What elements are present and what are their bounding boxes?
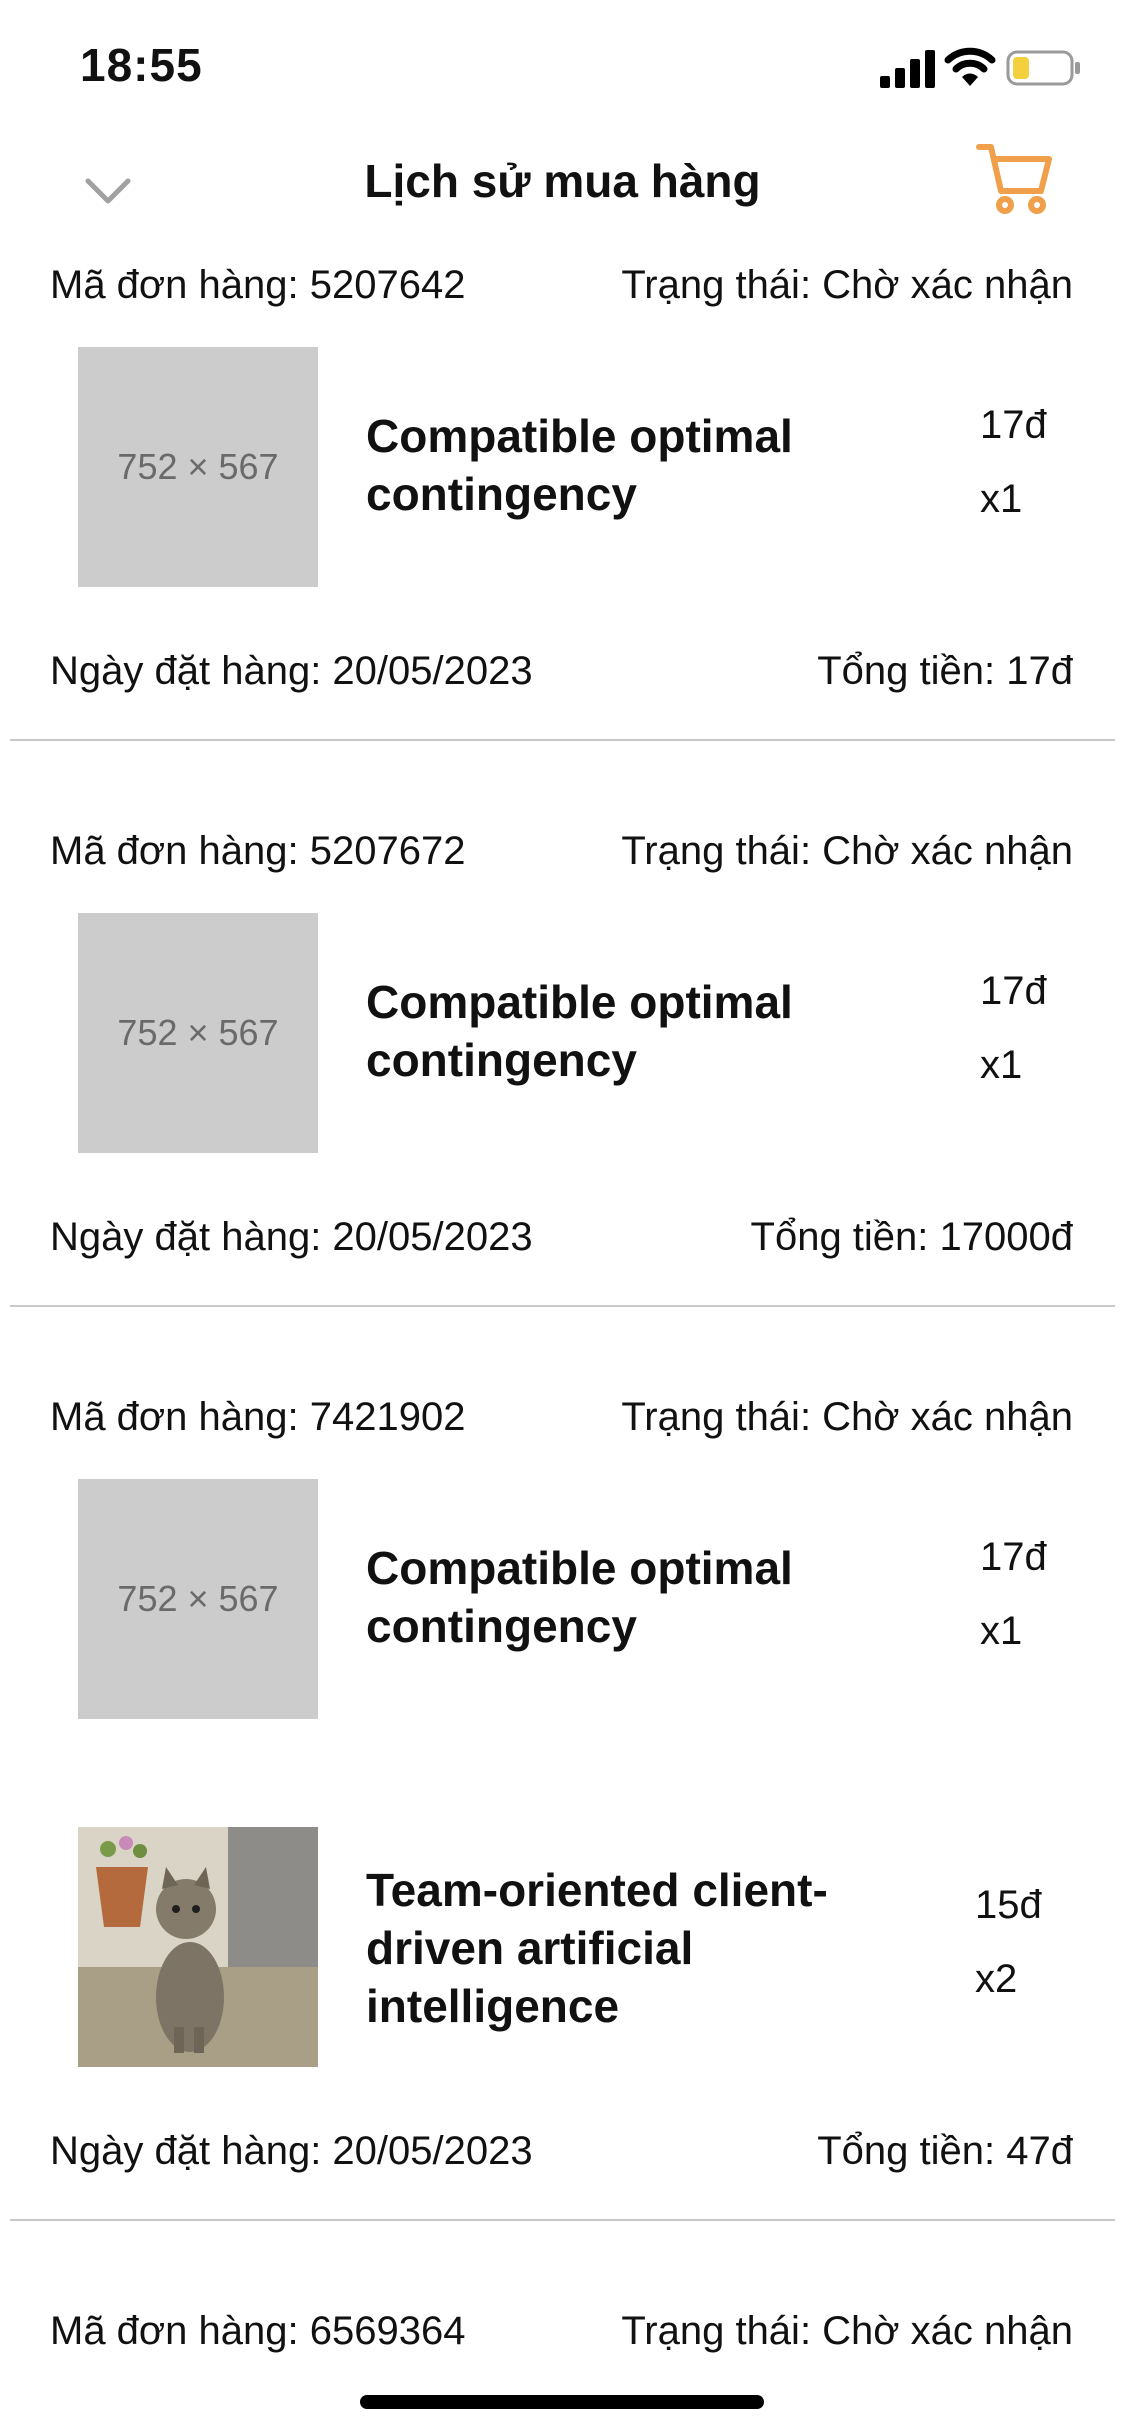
battery-icon	[1006, 50, 1080, 86]
product-qty: x2	[975, 1957, 1018, 2001]
order-code: Mã đơn hàng: 5207642	[50, 262, 466, 307]
wifi-icon	[944, 47, 996, 86]
order-header: Mã đơn hàng: 7421902 Trạng thái: Chờ xác…	[0, 1377, 1125, 1457]
product-price: 17đ	[980, 969, 1047, 1013]
order-total: Tổng tiền: 17000đ	[750, 1214, 1073, 1259]
product-qty: x1	[980, 1043, 1023, 1087]
kitten-photo-icon	[78, 1827, 318, 2067]
status-bar: 18:55	[0, 0, 1125, 135]
order-header: Mã đơn hàng: 5207672 Trạng thái: Chờ xác…	[0, 811, 1125, 891]
status-time: 18:55	[80, 39, 203, 91]
order-footer: Ngày đặt hàng: 20/05/2023 Tổng tiền: 17đ	[0, 631, 1125, 711]
order-code: Mã đơn hàng: 7421902	[50, 1394, 466, 1439]
order-item[interactable]: 752 × 567 Compatible optimal contingency…	[0, 1479, 1125, 1719]
page-title: Lịch sử mua hàng	[364, 155, 761, 207]
nav-header: Lịch sử mua hàng	[0, 135, 1125, 245]
order-total: Tổng tiền: 17đ	[817, 648, 1073, 693]
product-name: Compatible optimal contingency	[366, 976, 793, 1086]
product-qty: x1	[980, 1609, 1023, 1653]
order-date: Ngày đặt hàng: 20/05/2023	[50, 648, 533, 693]
order-date: Ngày đặt hàng: 20/05/2023	[50, 2128, 533, 2173]
order-item[interactable]: 752 × 567 Compatible optimal contingency…	[0, 913, 1125, 1153]
order-header: Mã đơn hàng: 6569364 Trạng thái: Chờ xác…	[0, 2291, 1125, 2371]
cart-icon[interactable]	[975, 139, 1055, 219]
order-list: Mã đơn hàng: 5207642 Trạng thái: Chờ xác…	[0, 245, 1125, 2371]
product-name: Compatible optimal contingency	[366, 410, 793, 520]
cellular-signal-icon	[880, 50, 935, 88]
product-image-placeholder: 752 × 567	[78, 1479, 318, 1719]
divider	[10, 1305, 1115, 1307]
order-item[interactable]: Team-oriented client-driven artificial i…	[0, 1827, 1125, 2067]
order-date: Ngày đặt hàng: 20/05/2023	[50, 1214, 533, 1259]
order-card[interactable]: Mã đơn hàng: 6569364 Trạng thái: Chờ xác…	[0, 2291, 1125, 2371]
order-code: Mã đơn hàng: 6569364	[50, 2308, 466, 2353]
product-name: Team-oriented client-driven artificial i…	[366, 1864, 828, 2032]
order-card[interactable]: Mã đơn hàng: 5207642 Trạng thái: Chờ xác…	[0, 245, 1125, 741]
order-status: Trạng thái: Chờ xác nhận	[621, 1394, 1073, 1439]
order-status: Trạng thái: Chờ xác nhận	[621, 262, 1073, 307]
divider	[10, 739, 1115, 741]
order-code: Mã đơn hàng: 5207672	[50, 828, 466, 873]
order-status: Trạng thái: Chờ xác nhận	[621, 2308, 1073, 2353]
order-header: Mã đơn hàng: 5207642 Trạng thái: Chờ xác…	[0, 245, 1125, 325]
order-card[interactable]: Mã đơn hàng: 7421902 Trạng thái: Chờ xác…	[0, 1377, 1125, 2221]
order-footer: Ngày đặt hàng: 20/05/2023 Tổng tiền: 47đ	[0, 2111, 1125, 2191]
product-image-placeholder: 752 × 567	[78, 913, 318, 1153]
home-indicator[interactable]	[360, 2395, 764, 2409]
product-price: 17đ	[980, 1535, 1047, 1579]
product-price: 15đ	[975, 1883, 1042, 1927]
order-item[interactable]: 752 × 567 Compatible optimal contingency…	[0, 347, 1125, 587]
order-card[interactable]: Mã đơn hàng: 5207672 Trạng thái: Chờ xác…	[0, 811, 1125, 1307]
product-price: 17đ	[980, 403, 1047, 447]
order-footer: Ngày đặt hàng: 20/05/2023 Tổng tiền: 170…	[0, 1197, 1125, 1277]
divider	[10, 2219, 1115, 2221]
product-image-placeholder: 752 × 567	[78, 347, 318, 587]
order-total: Tổng tiền: 47đ	[817, 2128, 1073, 2173]
order-status: Trạng thái: Chờ xác nhận	[621, 828, 1073, 873]
product-qty: x1	[980, 477, 1023, 521]
product-name: Compatible optimal contingency	[366, 1542, 793, 1652]
